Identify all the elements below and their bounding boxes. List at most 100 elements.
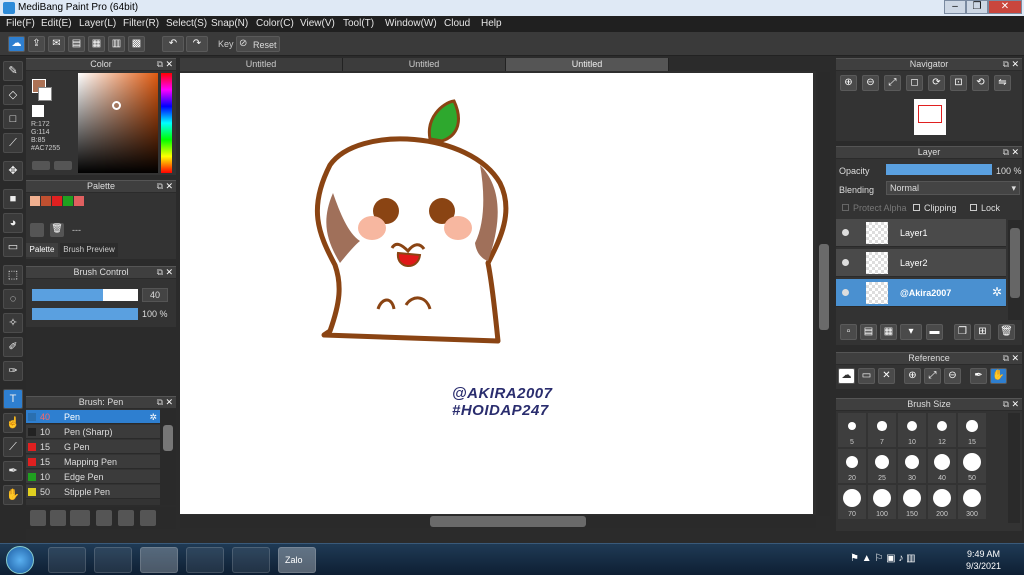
hue-slider[interactable] <box>161 73 172 173</box>
palette-remove-icon[interactable] <box>54 161 72 170</box>
chat-icon[interactable]: ▤ <box>68 36 85 52</box>
brush-tool-icon[interactable]: ✎ <box>3 61 23 81</box>
hand-tool-icon[interactable]: ✋ <box>3 485 23 505</box>
brush-size-option[interactable]: 5 <box>838 413 866 447</box>
clock[interactable]: 9:49 AM 9/3/2021 <box>966 548 1001 572</box>
new-layer-icon[interactable]: ▫ <box>840 324 857 340</box>
menu-help[interactable]: Help <box>481 18 502 29</box>
close-button[interactable]: ✕ <box>988 0 1022 14</box>
document-icon[interactable]: ▦ <box>88 36 105 52</box>
reference-zoom-out-icon[interactable]: ⊖ <box>944 368 961 384</box>
brush-size-option[interactable]: 300 <box>958 485 986 519</box>
tab-brush-preview[interactable]: Brush Preview <box>60 243 118 257</box>
close-icon[interactable]: ✕ <box>165 397 173 408</box>
brush-item[interactable]: 50 Stipple Pen <box>26 485 160 499</box>
maximize-button[interactable]: ❐ <box>966 0 988 14</box>
new-8bit-layer-icon[interactable]: ▦ <box>880 324 897 340</box>
background-color-swatch[interactable] <box>38 87 52 101</box>
menu-view[interactable]: View(V) <box>300 18 335 29</box>
merge-layer-icon[interactable]: ⊞ <box>974 324 991 340</box>
brush-size-option[interactable]: 100 <box>868 485 896 519</box>
layer-row[interactable]: Layer2 <box>836 249 1006 277</box>
rotate-icon[interactable]: ⟳ <box>928 75 945 91</box>
brush-opacity-slider[interactable] <box>32 308 138 320</box>
brush-size-option[interactable]: 7 <box>868 413 896 447</box>
tab-untitled-3[interactable]: Untitled <box>506 58 669 71</box>
dock-icon[interactable]: ⧉ <box>157 59 163 70</box>
start-button[interactable] <box>6 546 34 574</box>
brush-size-scrollbar[interactable] <box>1008 413 1020 523</box>
close-icon[interactable]: ✕ <box>1011 399 1019 410</box>
dock-icon[interactable]: ⧉ <box>1003 59 1009 70</box>
canvas[interactable]: @AKIRA2007 #HOIDAP247 <box>180 73 813 514</box>
reference-zoom-in-icon[interactable]: ⊕ <box>904 368 921 384</box>
brush-item[interactable]: 10 Pen (Sharp) <box>26 425 160 439</box>
lasso-tool-icon[interactable]: ◌ <box>3 289 23 309</box>
palette-swatch[interactable] <box>30 196 40 206</box>
close-icon[interactable]: ✕ <box>165 267 173 278</box>
operation-tool-icon[interactable]: ☝ <box>3 413 23 433</box>
menu-layer[interactable]: Layer(L) <box>79 18 116 29</box>
dock-icon[interactable]: ⧉ <box>1003 147 1009 158</box>
navigator-preview[interactable] <box>914 99 946 135</box>
blending-select[interactable]: Normal ▾ <box>886 181 1020 195</box>
horizontal-scrollbar[interactable] <box>180 515 816 528</box>
menu-cloud[interactable]: Cloud <box>444 18 470 29</box>
taskbar-app[interactable] <box>232 547 270 573</box>
add-brush-icon[interactable] <box>70 510 90 526</box>
brush-size-option[interactable]: 40 <box>928 449 956 483</box>
shape-tool-icon[interactable]: □ <box>3 109 23 129</box>
menu-file[interactable]: File(F) <box>6 18 35 29</box>
fit-icon[interactable]: ⤢ <box>884 75 901 91</box>
brush-settings-icon[interactable] <box>96 510 112 526</box>
brush-size-option[interactable]: 12 <box>928 413 956 447</box>
brush-size-value[interactable]: 40 <box>142 288 168 302</box>
close-icon[interactable]: ✕ <box>165 59 173 70</box>
layer-opacity-slider[interactable] <box>886 164 992 175</box>
cloud-reference-icon[interactable]: ☁ <box>838 368 855 384</box>
dock-icon[interactable]: ⧉ <box>157 181 163 192</box>
close-icon[interactable]: ✕ <box>1011 59 1019 70</box>
dock-icon[interactable]: ⧉ <box>1003 399 1009 410</box>
gear-icon[interactable]: ✲ <box>149 410 157 424</box>
layer-folder-icon[interactable]: ▬ <box>926 324 943 340</box>
new-halftone-layer-icon[interactable]: ▤ <box>860 324 877 340</box>
layers-icon[interactable]: ▥ <box>108 36 125 52</box>
zoom-out-icon[interactable]: ⊖ <box>862 75 879 91</box>
line-tool-icon[interactable]: ⟋ <box>3 133 23 153</box>
comment-icon[interactable]: ✉ <box>48 36 65 52</box>
bucket-tool-icon[interactable]: ◕ <box>3 213 23 233</box>
tray-icons[interactable]: ⚑ ▲ ⚐ ▣ ♪ ▥ <box>850 553 916 564</box>
eyedropper-tool-icon[interactable]: ✒ <box>3 461 23 481</box>
zoom-in-icon[interactable]: ⊕ <box>840 75 857 91</box>
clipping-checkbox[interactable] <box>913 204 920 211</box>
dock-icon[interactable]: ⧉ <box>157 397 163 408</box>
brush-size-option[interactable]: 50 <box>958 449 986 483</box>
brush-item[interactable]: 15 G Pen <box>26 440 160 454</box>
taskbar-zalo[interactable]: Zalo <box>278 547 316 573</box>
menu-edit[interactable]: Edit(E) <box>41 18 72 29</box>
close-icon[interactable]: ✕ <box>1011 353 1019 364</box>
menu-window[interactable]: Window(W) <box>385 18 437 29</box>
brush-size-option[interactable]: 20 <box>838 449 866 483</box>
select-eraser-tool-icon[interactable]: ✑ <box>3 361 23 381</box>
brush-size-option[interactable]: 25 <box>868 449 896 483</box>
brush-item[interactable]: 15 Mapping Pen <box>26 455 160 469</box>
vertical-scrollbar[interactable] <box>818 72 830 516</box>
add-layer-icon[interactable]: ▾ <box>900 324 922 340</box>
brush-size-option[interactable]: 15 <box>958 413 986 447</box>
taskbar-media-player[interactable] <box>48 547 86 573</box>
menu-select[interactable]: Select(S) <box>166 18 207 29</box>
menu-color[interactable]: Color(C) <box>256 18 294 29</box>
brush-size-option[interactable]: 200 <box>928 485 956 519</box>
fill-rect-tool-icon[interactable]: ■ <box>3 189 23 209</box>
protect-alpha-checkbox[interactable] <box>842 204 849 211</box>
taskbar-chrome[interactable] <box>140 547 178 573</box>
palette-swatch[interactable] <box>52 196 62 206</box>
saturation-value-picker[interactable] <box>78 73 158 173</box>
menu-filter[interactable]: Filter(R) <box>123 18 159 29</box>
select-pen-tool-icon[interactable]: ✐ <box>3 337 23 357</box>
rotate-right-icon[interactable]: ⟲ <box>972 75 989 91</box>
eraser-tool-icon[interactable]: ◇ <box>3 85 23 105</box>
trash-icon[interactable]: 🗑 <box>50 223 64 237</box>
